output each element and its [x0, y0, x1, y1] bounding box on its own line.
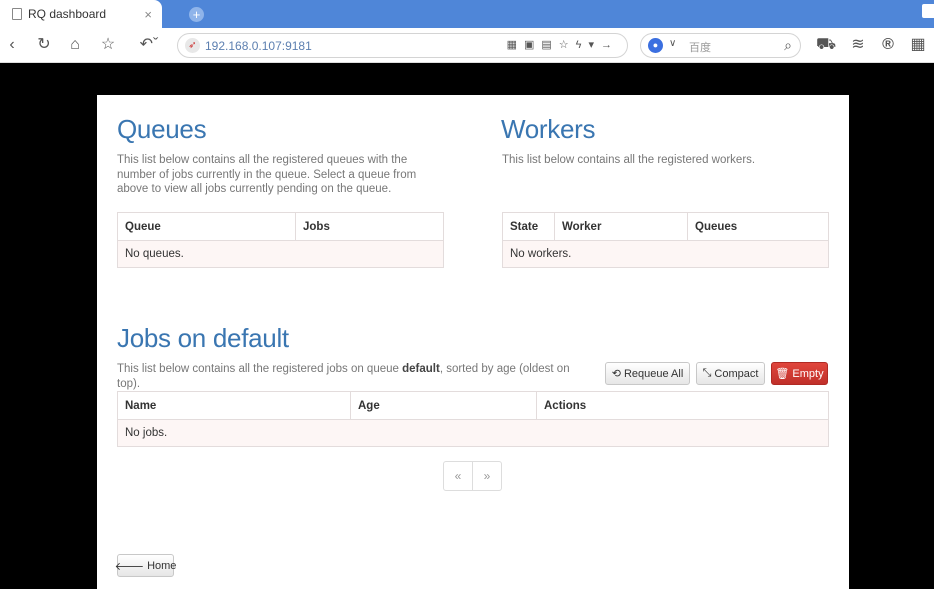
new-tab-button[interactable]: +	[189, 7, 204, 22]
compact-label: Compact	[714, 367, 759, 380]
requeue-icon: ⟲	[611, 368, 621, 380]
empty-button[interactable]: 🗑 Empty	[771, 362, 828, 385]
workers-description: This list below contains all the registe…	[502, 154, 756, 166]
search-engine-dropdown-icon[interactable]: ∨	[669, 38, 676, 49]
jobs-description-text: This list below contains all the registe…	[117, 363, 403, 375]
jobs-description-queue: default	[402, 363, 440, 375]
queues-header-row: Queue Jobs	[117, 212, 444, 241]
actions-column-header: Actions	[536, 391, 829, 420]
jobs-empty-message: No jobs.	[117, 419, 829, 447]
rocket-icon: ➶	[185, 38, 200, 53]
jobs-heading: Jobs on default	[117, 323, 289, 353]
queue-column-header: Queue	[117, 212, 296, 241]
compact-button[interactable]: ⤡ Compact	[696, 362, 765, 385]
page-icon	[12, 8, 22, 20]
browser-tab-bar: RQ dashboard × +	[0, 0, 934, 28]
cart-icon[interactable]: ⛟	[816, 36, 836, 54]
search-bar[interactable]: ● ∨ 百度 ⌕	[640, 33, 801, 58]
queues-description: This list below contains all the registe…	[117, 154, 417, 195]
jobs-header-row: Name Age Actions	[117, 391, 829, 420]
compress-icon: ⤡	[702, 367, 712, 379]
apps-grid-icon[interactable]: ▦	[908, 36, 928, 54]
tab-title: RQ dashboard	[28, 7, 107, 21]
search-placeholder[interactable]: 百度	[689, 39, 711, 55]
workers-header-row: State Worker Queues	[502, 212, 829, 241]
requeue-all-label: Requeue All	[623, 367, 684, 380]
jobs-description: This list below contains all the registe…	[117, 362, 577, 391]
pager-prev-button[interactable]: «	[444, 462, 473, 490]
home-button[interactable]: 🡐 Home	[114, 554, 177, 577]
back-icon[interactable]: ‹	[2, 36, 22, 54]
reload-icon[interactable]: ↻	[34, 36, 54, 54]
jobs-column-header: Jobs	[295, 212, 444, 241]
state-column-header: State	[502, 212, 555, 241]
table-row: No queues.	[117, 240, 444, 268]
browser-toolbar: ‹ ↻ ⌂ ☆ ↶ˇ ➶ 192.168.0.107:9181 ▦▣▤☆ϟ▾→ …	[0, 28, 934, 63]
table-row: No jobs.	[117, 419, 829, 447]
undo-icon[interactable]: ↶ˇ	[135, 36, 163, 54]
worker-queues-column-header: Queues	[687, 212, 829, 241]
jobs-table: Name Age Actions No jobs.	[117, 391, 829, 447]
workers-table: State Worker Queues No workers.	[502, 212, 829, 268]
queues-heading: Queues	[117, 114, 207, 144]
home-icon[interactable]: ⌂	[65, 36, 85, 54]
requeue-all-button[interactable]: ⟲ Requeue All	[605, 362, 690, 385]
address-bar[interactable]: ➶ 192.168.0.107:9181 ▦▣▤☆ϟ▾→	[177, 33, 628, 58]
worker-column-header: Worker	[554, 212, 688, 241]
tab-close-icon[interactable]: ×	[144, 7, 152, 22]
wifi-icon[interactable]: ≋	[848, 36, 868, 54]
home-label: Home	[147, 559, 177, 572]
age-column-header: Age	[350, 391, 537, 420]
search-icon[interactable]: ⌕	[784, 37, 792, 54]
name-column-header: Name	[117, 391, 351, 420]
browser-tab[interactable]: RQ dashboard ×	[0, 0, 162, 28]
dashboard-page: Queues This list below contains all the …	[97, 95, 849, 589]
pagination: « »	[443, 461, 502, 491]
queues-empty-message: No queues.	[117, 240, 444, 268]
window-control-icon[interactable]	[922, 4, 934, 18]
workers-empty-message: No workers.	[502, 240, 829, 268]
address-bar-tools-icon[interactable]: ▦▣▤☆ϟ▾→	[507, 38, 619, 51]
table-row: No workers.	[502, 240, 829, 268]
pager-next-button[interactable]: »	[473, 462, 501, 490]
arrow-left-icon: 🡐	[114, 560, 145, 573]
workers-heading: Workers	[501, 114, 596, 144]
empty-label: Empty	[792, 367, 824, 380]
profile-r-icon[interactable]: ®	[878, 36, 898, 54]
trash-icon: 🗑	[775, 368, 790, 380]
queues-table: Queue Jobs No queues.	[117, 212, 444, 268]
url-text[interactable]: 192.168.0.107:9181	[205, 39, 312, 53]
baidu-paw-icon: ●	[648, 38, 663, 53]
bookmark-star-icon[interactable]: ☆	[98, 36, 118, 54]
